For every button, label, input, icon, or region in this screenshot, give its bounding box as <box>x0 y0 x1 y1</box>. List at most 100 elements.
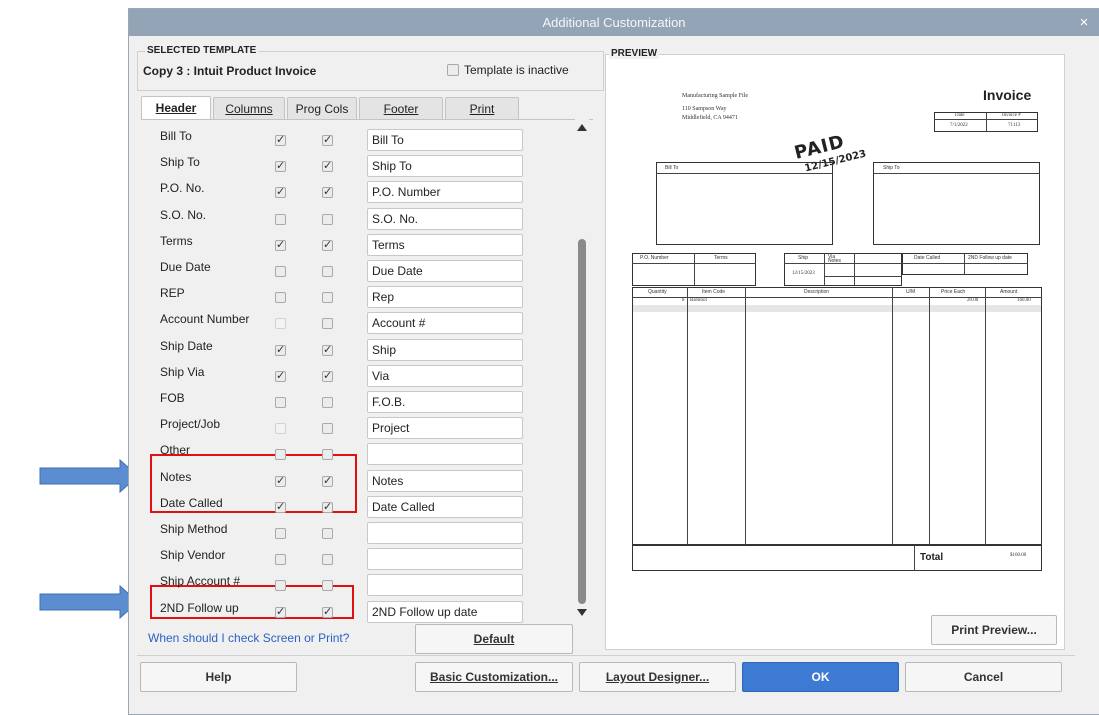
print-checkbox[interactable] <box>322 318 333 329</box>
screen-checkbox[interactable] <box>275 554 286 565</box>
print-checkbox[interactable] <box>322 605 333 618</box>
print-checkbox[interactable] <box>322 423 333 434</box>
cancel-button[interactable]: Cancel <box>905 662 1062 692</box>
print-checkbox[interactable] <box>322 185 333 198</box>
bill-to-box <box>656 162 833 245</box>
scrollbar-thumb[interactable] <box>578 239 586 604</box>
screen-checkbox[interactable] <box>275 266 286 277</box>
screen-checkbox[interactable] <box>275 474 286 487</box>
amount-header: Amount <box>1000 289 1018 295</box>
print-checkbox[interactable] <box>322 528 333 539</box>
screen-checkbox[interactable] <box>275 605 286 618</box>
field-title-input[interactable] <box>367 443 523 465</box>
field-label: FOB <box>160 391 185 405</box>
selected-template-label: SELECTED TEMPLATE <box>145 45 259 56</box>
print-checkbox[interactable] <box>322 449 333 460</box>
screen-or-print-help-link[interactable]: When should I check Screen or Print? <box>148 631 349 645</box>
field-title-input[interactable]: Project <box>367 417 523 439</box>
invoice-preview: Manufacturing Sample File 110 Sampson Wa… <box>632 87 1042 573</box>
total-label: Total <box>920 552 944 563</box>
field-title-input[interactable]: 2ND Follow up date <box>367 601 523 623</box>
screen-checkbox[interactable] <box>275 423 286 434</box>
print-preview-button[interactable]: Print Preview... <box>931 615 1057 645</box>
screen-checkbox[interactable] <box>275 449 286 460</box>
field-title-input[interactable]: Via <box>367 365 523 387</box>
total-value: $160.00 <box>1010 553 1027 558</box>
tab-columns[interactable]: Columns <box>213 97 285 119</box>
tab-footer[interactable]: Footer <box>359 97 443 119</box>
screen-checkbox[interactable] <box>275 133 286 146</box>
help-button[interactable]: Help <box>140 662 297 692</box>
field-title-input[interactable]: F.O.B. <box>367 391 523 413</box>
title-bar: Additional Customization <box>129 9 1099 36</box>
screen-checkbox[interactable] <box>275 238 286 251</box>
tab-print[interactable]: Print <box>445 97 519 119</box>
scroll-up-icon[interactable] <box>576 121 588 131</box>
print-checkbox[interactable] <box>322 369 333 382</box>
field-title-input[interactable]: Ship To <box>367 155 523 177</box>
screen-checkbox[interactable] <box>275 397 286 408</box>
screen-checkbox[interactable] <box>275 185 286 198</box>
print-checkbox[interactable] <box>322 292 333 303</box>
ok-button[interactable]: OK <box>742 662 899 692</box>
print-checkbox[interactable] <box>322 554 333 565</box>
default-button[interactable]: Default <box>415 624 573 654</box>
basic-customization-button[interactable]: Basic Customization... <box>415 662 573 692</box>
print-checkbox[interactable] <box>322 500 333 513</box>
line-qty: 8 <box>682 298 685 303</box>
field-title-input[interactable]: Due Date <box>367 260 523 282</box>
field-title-input[interactable]: S.O. No. <box>367 208 523 230</box>
print-checkbox[interactable] <box>322 580 333 591</box>
print-checkbox[interactable] <box>322 238 333 251</box>
scroll-down-icon[interactable] <box>576 607 588 617</box>
field-title-input[interactable] <box>367 522 523 544</box>
screen-checkbox[interactable] <box>275 159 286 172</box>
ship-to-box <box>873 162 1040 245</box>
print-checkbox[interactable] <box>322 397 333 408</box>
close-icon[interactable]: × <box>1075 9 1093 36</box>
print-checkbox[interactable] <box>322 343 333 356</box>
field-title-input[interactable]: P.O. Number <box>367 181 523 203</box>
print-checkbox[interactable] <box>322 214 333 225</box>
screen-checkbox[interactable] <box>275 292 286 303</box>
screen-checkbox[interactable] <box>275 214 286 225</box>
print-checkbox[interactable] <box>322 266 333 277</box>
field-label: REP <box>160 286 185 300</box>
ship-header: Ship <box>798 255 809 261</box>
po-number-header: P.O. Number <box>640 255 669 261</box>
quantity-header: Quantity <box>648 289 667 295</box>
tab-header[interactable]: Header <box>141 96 211 120</box>
date-header: Date <box>955 113 965 118</box>
field-label: Notes <box>160 470 192 484</box>
line-amount: 160.00 <box>1017 298 1031 303</box>
screen-checkbox[interactable] <box>275 318 286 329</box>
field-label: Ship Method <box>160 522 228 536</box>
field-title-input[interactable]: Bill To <box>367 129 523 151</box>
field-title-input[interactable]: Date Called <box>367 496 523 518</box>
screen-checkbox[interactable] <box>275 500 286 513</box>
field-title-input[interactable]: Ship <box>367 339 523 361</box>
tab-prog-cols[interactable]: Prog Cols <box>287 97 357 119</box>
screen-checkbox[interactable] <box>275 528 286 539</box>
field-title-input[interactable]: Terms <box>367 234 523 256</box>
field-title-input[interactable] <box>367 548 523 570</box>
template-inactive-label: Template is inactive <box>464 63 569 77</box>
field-title-input[interactable]: Notes <box>367 470 523 492</box>
screen-checkbox[interactable] <box>275 369 286 382</box>
field-title-input[interactable]: Rep <box>367 286 523 308</box>
company-address-1: 110 Sampson Way <box>682 106 727 112</box>
screen-checkbox[interactable] <box>275 580 286 591</box>
print-checkbox[interactable] <box>322 133 333 146</box>
template-inactive-checkbox[interactable] <box>447 64 459 76</box>
field-label: Ship To <box>160 155 200 169</box>
price-each-header: Price Each <box>941 289 966 295</box>
invoice-number-header: Invoice # <box>1002 113 1021 118</box>
invoice-number-value: 71113 <box>1008 123 1021 128</box>
field-title-input[interactable] <box>367 574 523 596</box>
print-checkbox[interactable] <box>322 159 333 172</box>
print-checkbox[interactable] <box>322 474 333 487</box>
invoice-title: Invoice <box>983 87 1032 103</box>
field-title-input[interactable]: Account # <box>367 312 523 334</box>
screen-checkbox[interactable] <box>275 343 286 356</box>
layout-designer-button[interactable]: Layout Designer... <box>579 662 736 692</box>
